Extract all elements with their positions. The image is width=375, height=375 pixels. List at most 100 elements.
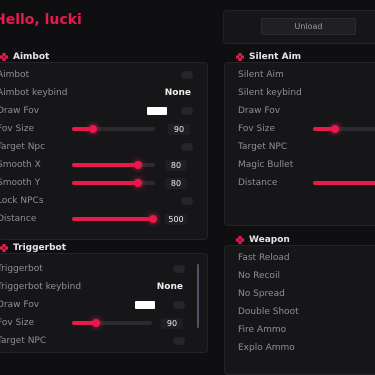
triggerbot-panel: Triggerbot Triggerbot keybind None Draw … [0,253,208,353]
aimbot-toggle[interactable] [181,71,193,79]
greeting-title: Hello, lucki [0,12,82,28]
triggerbot-keybind-label: Triggerbot keybind [0,282,82,292]
triggerbot-draw-fov-row[interactable]: Draw Fov [0,298,207,312]
slider-knob[interactable] [88,125,97,133]
aimbot-panel: Aimbot Aimbot keybind None Draw Fov Fov … [0,62,208,240]
triggerbot-draw-fov-toggle[interactable] [173,301,185,309]
aimbot-smooth-y-row: Smooth Y 80 [0,176,207,190]
silent-aim-title: Silent Aim [249,52,302,62]
aimbot-distance-label: Distance [0,214,37,224]
weapon-panel: Fast Reload No Recoil No Spread Double S… [224,245,375,375]
aimbot-keybind-row[interactable]: Aimbot keybind None [0,86,207,100]
weapon-item[interactable]: No Recoil [225,269,375,283]
silent-draw-fov-row[interactable]: Draw Fov [225,104,375,118]
triggerbot-target-npc-label: Target NPC [0,336,47,346]
slider-fill [313,181,375,185]
silent-distance-label: Distance [238,178,278,188]
slider-fill [72,217,153,221]
aimbot-draw-fov-toggle[interactable] [181,107,193,115]
crosshair-icon [0,53,8,61]
aimbot-keybind-label: Aimbot keybind [0,88,68,98]
silent-draw-fov-label: Draw Fov [238,106,281,116]
silent-fov-size-label: Fov Size [238,124,276,134]
triggerbot-fov-size-row: Fov Size 90 [0,316,207,330]
weapon-item[interactable]: Double Shoot [225,305,375,319]
weapon-item-label: Fire Ammo [238,325,287,335]
aimbot-keybind-value[interactable]: None [165,88,191,98]
weapon-item[interactable]: Fire Ammo [225,323,375,337]
weapon-title: Weapon [249,235,290,245]
aimbot-section-title: Aimbot [0,52,49,62]
aimbot-target-npc-label: Target Npc [0,142,46,152]
unload-panel: Unload [223,10,375,44]
slider-knob[interactable] [148,215,157,223]
aimbot-target-npc-toggle[interactable] [181,143,193,151]
triggerbot-target-npc-row[interactable]: Target NPC [0,334,207,348]
silent-magic-bullet-row[interactable]: Magic Bullet [225,158,375,172]
slider-knob[interactable] [331,125,339,133]
triggerbot-keybind-row[interactable]: Triggerbot keybind None [0,280,207,294]
silent-aim-section-title: Silent Aim [236,52,301,62]
aimbot-fov-size-slider[interactable] [72,125,155,133]
weapon-item-label: No Spread [238,289,285,299]
aimbot-smooth-y-value[interactable]: 80 [165,177,187,189]
aimbot-title: Aimbot [13,52,50,62]
silent-target-npc-row[interactable]: Target NPC [225,140,375,154]
silent-aim-panel: Silent Aim Silent keybind Draw Fov Fov S… [224,62,375,226]
silent-distance-row: Distance [225,176,375,190]
triggerbot-scrollbar[interactable] [197,264,199,328]
aimbot-smooth-y-slider[interactable] [72,179,155,187]
triggerbot-draw-fov-label: Draw Fov [0,300,40,310]
slider-knob[interactable] [134,161,143,169]
weapon-section-title: Weapon [236,235,290,245]
aimbot-lock-npcs-toggle[interactable] [181,197,193,205]
weapon-item[interactable]: No Spread [225,287,375,301]
aimbot-smooth-x-value[interactable]: 80 [165,159,187,171]
triggerbot-fov-size-slider[interactable] [72,319,152,327]
silent-keybind-row[interactable]: Silent keybind [225,86,375,100]
aimbot-toggle-row[interactable]: Aimbot [0,68,207,82]
crosshair-icon [236,53,244,61]
triggerbot-fov-size-label: Fov Size [0,318,35,328]
triggerbot-target-npc-toggle[interactable] [173,337,185,345]
silent-distance-slider[interactable] [313,181,375,185]
fov-color-swatch[interactable] [147,107,167,115]
weapon-item[interactable]: Explo Ammo [225,341,375,355]
silent-aim-toggle-label: Silent Aim [238,70,284,80]
weapon-item-label: No Recoil [238,271,280,281]
weapon-item-label: Fast Reload [238,253,290,263]
unload-button[interactable]: Unload [261,18,356,35]
silent-keybind-label: Silent keybind [238,88,302,98]
triggerbot-fov-color-swatch[interactable] [135,301,155,309]
aimbot-fov-size-value[interactable]: 90 [168,123,190,135]
aimbot-distance-slider[interactable] [72,215,157,223]
silent-magic-bullet-label: Magic Bullet [238,160,294,170]
triggerbot-keybind-value[interactable]: None [157,282,183,292]
aimbot-fov-size-row: Fov Size 90 [0,122,207,136]
silent-fov-size-row: Fov Size [225,122,375,136]
aimbot-lock-npcs-row[interactable]: Lock NPCs [0,194,207,208]
aimbot-smooth-x-row: Smooth X 80 [0,158,207,172]
aimbot-fov-size-label: Fov Size [0,124,35,134]
aimbot-smooth-x-slider[interactable] [72,161,155,169]
triggerbot-section-title: Triggerbot [0,243,66,253]
weapon-item[interactable]: Fast Reload [225,251,375,265]
aimbot-lock-npcs-label: Lock NPCs [0,196,44,206]
triggerbot-toggle-row[interactable]: Triggerbot [0,262,207,276]
silent-target-npc-label: Target NPC [238,142,288,152]
slider-knob[interactable] [134,179,143,187]
aimbot-toggle-label: Aimbot [0,70,30,80]
triggerbot-fov-size-value[interactable]: 90 [161,317,183,329]
silent-aim-toggle-row[interactable]: Silent Aim [225,68,375,82]
slider-fill [72,181,139,185]
aimbot-draw-fov-label: Draw Fov [0,106,40,116]
aimbot-distance-value[interactable]: 500 [165,213,187,225]
silent-fov-size-slider[interactable] [313,125,375,133]
aimbot-draw-fov-row[interactable]: Draw Fov [0,104,207,118]
aimbot-target-npc-row[interactable]: Target Npc [0,140,207,154]
aimbot-smooth-y-label: Smooth Y [0,178,41,188]
slider-knob[interactable] [92,319,100,327]
triggerbot-toggle[interactable] [173,265,185,273]
aimbot-smooth-x-label: Smooth X [0,160,41,170]
weapon-item-label: Explo Ammo [238,343,295,353]
